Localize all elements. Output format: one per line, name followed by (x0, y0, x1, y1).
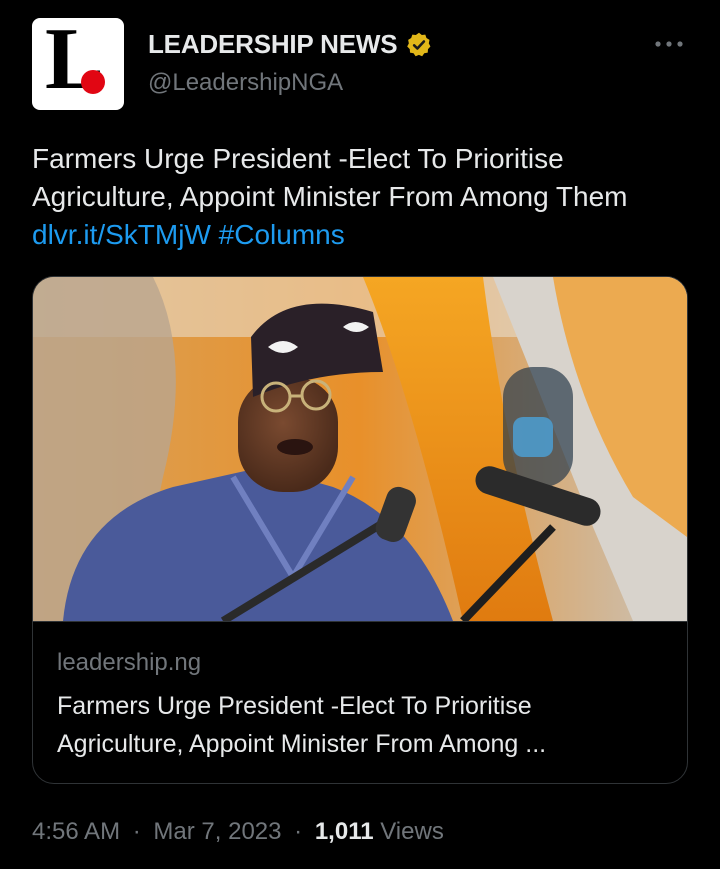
meta-separator: · (132, 818, 141, 845)
card-title[interactable]: Farmers Urge President -Elect To Priorit… (57, 687, 657, 763)
handle[interactable]: @LeadershipNGA (148, 69, 343, 97)
tweet-body: Farmers Urge President -Elect To Priorit… (32, 143, 628, 212)
tweet-meta: 4:56 AM · Mar 7, 2023 · 1,011 Views (32, 818, 444, 846)
display-name[interactable]: LEADERSHIP NEWS (148, 29, 398, 60)
card-image[interactable] (33, 277, 687, 621)
tweet-hashtag[interactable]: #Columns (219, 219, 345, 250)
tweet-time[interactable]: 4:56 AM (32, 818, 120, 845)
views-label: Views (380, 818, 444, 845)
name-row: LEADERSHIP NEWS (148, 29, 433, 60)
more-options-icon[interactable] (652, 32, 686, 56)
tweet-header: L LEADERSHIP NEWS @LeadershipNGA (32, 18, 692, 110)
avatar-logo-dot (81, 70, 105, 94)
views-count: 1,011 (314, 818, 374, 845)
tweet-text: Farmers Urge President -Elect To Priorit… (32, 140, 682, 254)
tweet-date[interactable]: Mar 7, 2023 (153, 818, 281, 845)
gold-verified-icon (407, 32, 431, 56)
tweet-link[interactable]: dlvr.it/SkTMjW (32, 219, 211, 250)
card-divider (33, 621, 687, 622)
meta-separator: · (294, 818, 303, 845)
link-preview-card[interactable]: leadership.ng Farmers Urge President -El… (32, 276, 688, 784)
card-domain[interactable]: leadership.ng (57, 649, 201, 677)
avatar[interactable]: L (32, 18, 124, 110)
